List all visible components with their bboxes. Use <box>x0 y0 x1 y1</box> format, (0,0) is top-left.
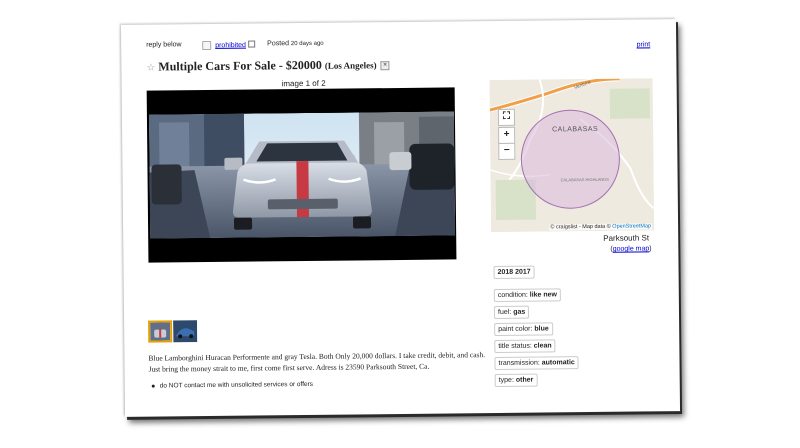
attr-condition: condition: like new <box>493 288 562 303</box>
attr-fuel: fuel: gas <box>493 305 530 320</box>
notice-list: do NOT contact me with unsolicited servi… <box>151 381 313 390</box>
posting-body: Blue Lamborghini Huracan Performente and… <box>148 350 486 374</box>
thumbnail-1-image <box>150 322 171 341</box>
hide-posting-icon[interactable]: ✕ <box>380 60 390 70</box>
zoom-out-button[interactable]: − <box>498 142 516 160</box>
map-street: Parksouth St <box>603 233 650 243</box>
thumbnail-strip <box>148 320 198 343</box>
posting-page: reply below prohibited Posted 20 days ag… <box>120 19 681 417</box>
attr-type: type: other <box>494 373 538 388</box>
fullscreen-button[interactable]: ⛶ <box>497 108 516 126</box>
favorite-star-icon[interactable]: ☆ <box>146 63 155 74</box>
year-attribute-group: 2018 2017 <box>493 265 535 280</box>
main-photo[interactable] <box>148 111 456 239</box>
attribute-list: condition: like new fuel: gas paint colo… <box>493 288 579 391</box>
map-park-label: CALABASAS HIGHLANDS <box>561 177 610 183</box>
image-gallery[interactable] <box>146 87 457 263</box>
thumbnail-1[interactable] <box>148 320 173 343</box>
posted-label: Posted <box>267 40 290 48</box>
map-attribution: © craigslist - Map data © OpenStreetMap <box>549 223 653 231</box>
posted-time: 20 days ago <box>290 40 324 48</box>
zoom-in-button[interactable]: + <box>498 126 516 144</box>
attr-title-status: title status: clean <box>494 339 556 354</box>
prohibited-link[interactable]: prohibited <box>215 42 246 49</box>
posted-date: Posted 20 days ago <box>267 40 324 48</box>
posting-title: ☆ Multiple Cars For Sale - $20000 (Los An… <box>146 57 390 75</box>
attr-transmission: transmission: automatic <box>494 356 579 371</box>
reply-below-label: reply below <box>146 41 182 49</box>
title-text: Multiple Cars For Sale - $20000 <box>158 57 322 74</box>
year-attribute: 2018 2017 <box>493 265 535 280</box>
print-link[interactable]: print <box>637 41 651 48</box>
attr-paint-color: paint color: blue <box>494 322 553 337</box>
flag-checkbox[interactable] <box>202 40 212 51</box>
openstreetmap-link[interactable]: OpenStreetMap <box>612 223 651 229</box>
image-counter: image 1 of 2 <box>281 78 326 89</box>
thumbnail-2-image <box>173 320 198 343</box>
google-map-wrapper: (google map) <box>610 245 652 253</box>
prohibited-flag[interactable]: prohibited <box>202 40 255 51</box>
map-place-label: CALABASAS <box>552 126 598 133</box>
help-icon[interactable] <box>247 40 255 48</box>
bullet-icon <box>151 384 155 388</box>
location-map[interactable]: CALABASAS Ventura CALABASAS HIGHLANDS ⛶ … <box>489 78 655 233</box>
title-location: (Los Angeles) <box>324 60 377 71</box>
fullscreen-icon: ⛶ <box>502 110 510 122</box>
thumbnail-2[interactable] <box>173 320 198 343</box>
google-map-link[interactable]: google map <box>613 245 650 252</box>
notice-item: do NOT contact me with unsolicited servi… <box>151 381 313 390</box>
car-photo-image <box>148 111 456 239</box>
